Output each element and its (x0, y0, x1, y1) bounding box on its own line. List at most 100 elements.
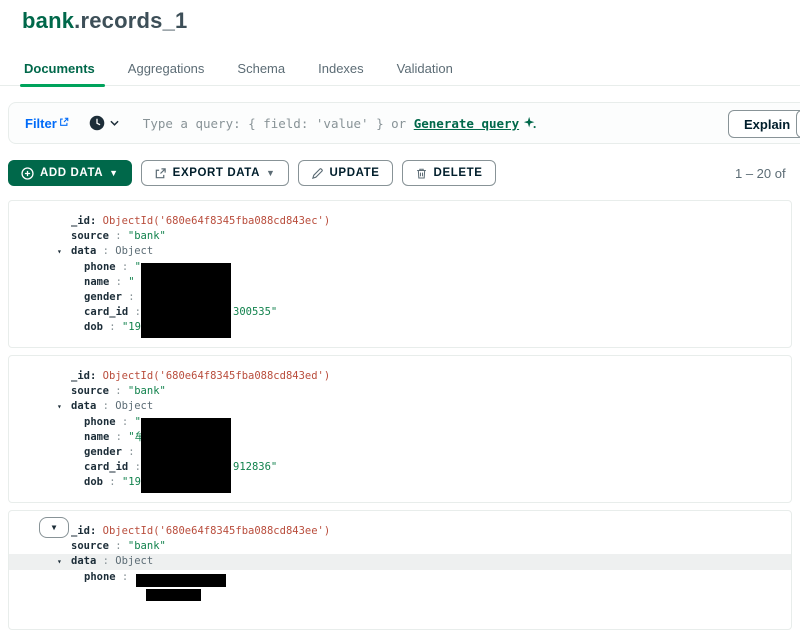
tab-schema[interactable]: Schema (235, 54, 287, 86)
field-value-string: "bank" (127, 540, 166, 553)
field-key: source (71, 385, 109, 398)
field-key: name (84, 430, 110, 443)
field-key: source (71, 230, 109, 243)
field-key: card_id (84, 306, 129, 319)
pagination-text: 1 – 20 of (735, 166, 786, 181)
redaction-box (136, 574, 226, 587)
field-row-dob[interactable]: dob : "19 (9, 320, 791, 335)
export-data-label: EXPORT DATA (172, 167, 260, 179)
field-separator: : (89, 525, 103, 537)
tab-aggregations[interactable]: Aggregations (126, 54, 207, 86)
field-row-phone[interactable]: phone : " (9, 260, 791, 275)
field-key: _id (71, 525, 90, 537)
field-separator: : (102, 321, 122, 334)
export-data-button[interactable]: EXPORT DATA ▼ (140, 160, 289, 186)
field-value-objectid: ObjectId('680e64f8345fba088cd843ec') (102, 215, 331, 227)
field-row-id[interactable]: _id: ObjectId('680e64f8345fba088cd843ee'… (9, 524, 791, 539)
delete-label: DELETE (433, 167, 483, 179)
update-label: UPDATE (329, 167, 380, 179)
chevron-down-icon: ▼ (266, 167, 276, 178)
field-value-objectid: ObjectId('680e64f8345fba088cd843ed') (102, 370, 331, 382)
field-value-string: " (134, 260, 141, 273)
field-row-data[interactable]: ▾ data : Object (9, 554, 791, 570)
field-value-object: Object (115, 245, 154, 258)
tab-validation[interactable]: Validation (395, 54, 455, 86)
filter-link[interactable]: Filter (25, 116, 69, 131)
query-history-button[interactable] (89, 115, 119, 131)
field-row-phone[interactable]: phone : " (9, 415, 791, 430)
query-input[interactable]: Type a query: { field: 'value' } or Gene… (143, 116, 537, 131)
expand-caret-icon[interactable]: ▾ (57, 244, 71, 259)
field-separator: : (121, 445, 141, 458)
field-separator: : (121, 290, 141, 303)
field-row-card_id[interactable]: card_id : 912836" (9, 460, 791, 475)
tab-indexes[interactable]: Indexes (316, 54, 366, 86)
field-row-id[interactable]: _id: ObjectId('680e64f8345fba088cd843ec'… (9, 214, 791, 229)
field-row-gender[interactable]: gender : (9, 290, 791, 305)
external-link-icon (59, 117, 69, 126)
partial-button[interactable] (796, 110, 800, 138)
field-value-string: " (134, 415, 141, 428)
field-value-string-tail: 912836" (233, 461, 278, 474)
update-button[interactable]: UPDATE (297, 160, 393, 186)
field-key: _id (71, 370, 90, 382)
field-separator: : (108, 540, 128, 553)
field-separator: : (115, 260, 135, 273)
sparkle-icon (523, 116, 537, 130)
field-row-source[interactable]: source : "bank" (9, 384, 791, 399)
redaction-box (141, 263, 231, 338)
field-separator: : (96, 400, 116, 413)
field-key: data (71, 555, 97, 568)
namespace-database: bank (22, 8, 75, 33)
explain-button[interactable]: Explain (728, 110, 800, 138)
collection-tabbar: Documents Aggregations Schema Indexes Valida… (0, 54, 800, 87)
field-key: phone (84, 570, 116, 583)
field-separator: : (108, 385, 128, 398)
field-row-source[interactable]: source : "bank" (9, 229, 791, 244)
field-row-id[interactable]: _id: ObjectId('680e64f8345fba088cd843ed'… (9, 369, 791, 384)
field-row-name[interactable]: name : "牟 (9, 430, 791, 445)
field-key: gender (84, 290, 122, 303)
expand-caret-icon[interactable]: ▾ (57, 554, 71, 569)
delete-button[interactable]: DELETE (401, 160, 496, 186)
clock-icon (89, 115, 105, 131)
field-row-gender[interactable]: gender : (9, 445, 791, 460)
pencil-icon (311, 167, 323, 179)
field-value-string: "bank" (127, 230, 166, 243)
tab-documents[interactable]: Documents (20, 54, 105, 87)
field-row-data[interactable]: ▾ data : Object (9, 399, 791, 414)
field-row-data[interactable]: ▾ data : Object (9, 244, 791, 259)
field-value-string: "19 (121, 476, 141, 489)
field-key: gender (84, 445, 122, 458)
collapse-document-button[interactable]: ▼ (39, 517, 69, 538)
field-separator: : (102, 476, 122, 489)
field-row-name[interactable]: name : " (9, 275, 791, 290)
document-card: _id: ObjectId('680e64f8345fba088cd843ed'… (8, 355, 792, 503)
field-value-string: "19 (121, 321, 141, 334)
query-bar: Filter Type a query: { field: 'value' } … (8, 102, 800, 144)
trash-icon (416, 168, 426, 178)
document-card: _id: ObjectId('680e64f8345fba088cd843ee'… (8, 510, 792, 630)
query-placeholder: Type a query: { field: 'value' } or (142, 115, 414, 131)
chevron-down-icon: ▼ (109, 167, 119, 178)
field-row-card_id[interactable]: card_id : 300535" (9, 305, 791, 320)
redaction-box (141, 418, 231, 493)
field-row-source[interactable]: source : "bank" (9, 539, 791, 554)
field-separator: : (89, 370, 103, 382)
field-row-phone[interactable]: phone : (9, 570, 791, 585)
field-value-string: " (128, 275, 135, 288)
field-key: dob (84, 321, 103, 334)
field-separator: : (89, 215, 103, 227)
field-value-string-tail: 300535" (233, 306, 278, 319)
chevron-down-icon (110, 120, 119, 126)
field-key: card_id (84, 461, 129, 474)
namespace-collection: .records_1 (74, 8, 188, 33)
expand-caret-icon[interactable]: ▾ (57, 399, 71, 414)
field-separator: : (109, 430, 129, 443)
generate-query-link[interactable]: Generate query (414, 116, 519, 131)
field-separator: : (96, 245, 116, 258)
add-data-button[interactable]: ADD DATA ▼ (8, 160, 132, 186)
field-row-dob[interactable]: dob : "19 (9, 475, 791, 490)
field-key: data (71, 400, 97, 413)
add-data-label: ADD DATA (40, 167, 104, 179)
